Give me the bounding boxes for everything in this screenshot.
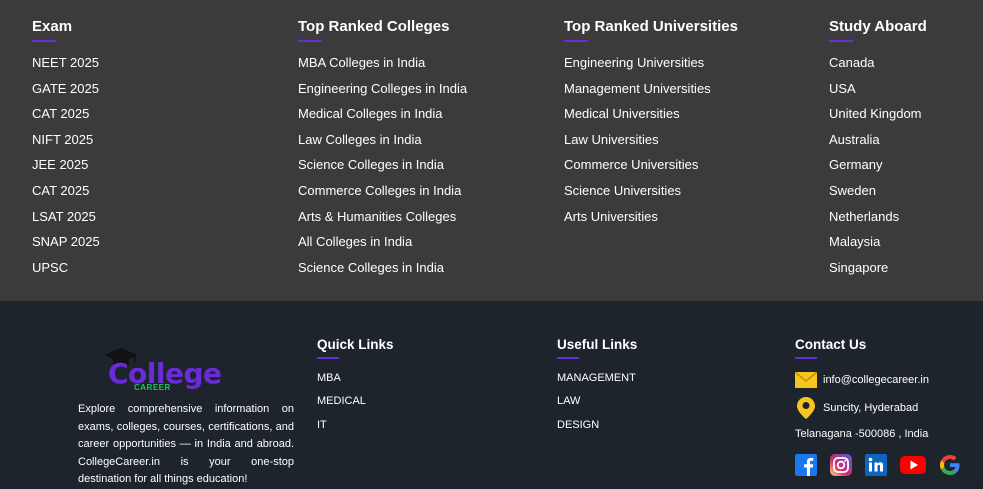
column-heading: Exam — [32, 18, 73, 35]
heading-underline — [317, 357, 339, 359]
link-item[interactable]: Singapore — [829, 260, 888, 275]
link-item[interactable]: CAT 2025 — [32, 183, 89, 198]
study-abroad-column: Study Aboard Canada USA United Kingdom A… — [829, 18, 927, 285]
heading-underline — [557, 357, 579, 359]
link-item[interactable]: MANAGEMENT — [557, 372, 636, 384]
instagram-icon[interactable] — [830, 454, 852, 476]
email-text: info@collegecareer.in — [823, 374, 929, 386]
link-item[interactable]: Sweden — [829, 183, 876, 198]
link-item[interactable]: CAT 2025 — [32, 106, 89, 121]
brand-description: Explore comprehensive information on exa… — [78, 403, 294, 485]
link-item[interactable]: IT — [317, 419, 327, 431]
heading-underline — [32, 40, 56, 42]
brand-logo[interactable]: College CAREER — [100, 345, 222, 395]
link-item[interactable]: GATE 2025 — [32, 81, 99, 96]
link-item[interactable]: SNAP 2025 — [32, 234, 100, 249]
top-colleges-column: Top Ranked Colleges MBA Colleges in Indi… — [298, 18, 467, 285]
address-line1: Suncity, Hyderabad — [823, 402, 919, 414]
google-icon[interactable] — [939, 454, 961, 476]
link-item[interactable]: MEDICAL — [317, 395, 366, 407]
link-item[interactable]: LSAT 2025 — [32, 209, 96, 224]
link-item[interactable]: Medical Colleges in India — [298, 106, 443, 121]
link-item[interactable]: All Colleges in India — [298, 234, 412, 249]
link-item[interactable]: Science Colleges in India — [298, 157, 444, 172]
link-item[interactable]: Canada — [829, 55, 875, 70]
column-heading: Useful Links — [557, 337, 638, 352]
linkedin-icon[interactable] — [865, 454, 887, 476]
column-heading: Quick Links — [317, 337, 394, 352]
link-item[interactable]: MBA — [317, 372, 341, 384]
exam-column: Exam NEET 2025 GATE 2025 CAT 2025 NIFT 2… — [32, 18, 100, 285]
contact-address: Suncity, Hyderabad — [795, 397, 918, 419]
link-item[interactable]: UPSC — [32, 260, 68, 275]
column-heading: Contact Us — [795, 337, 867, 352]
link-item[interactable]: MBA Colleges in India — [298, 55, 425, 70]
facebook-icon[interactable] — [795, 454, 817, 476]
link-item[interactable]: Arts & Humanities Colleges — [298, 209, 456, 224]
envelope-icon — [795, 372, 817, 388]
link-item[interactable]: Commerce Colleges in India — [298, 183, 461, 198]
link-item[interactable]: Engineering Universities — [564, 55, 704, 70]
link-item[interactable]: NEET 2025 — [32, 55, 99, 70]
link-item[interactable]: LAW — [557, 395, 580, 407]
contact-column: Contact Us — [795, 337, 866, 359]
link-item[interactable]: United Kingdom — [829, 106, 922, 121]
social-links — [795, 454, 961, 476]
link-item[interactable]: Australia — [829, 132, 880, 147]
link-item[interactable]: Netherlands — [829, 209, 899, 224]
useful-links-column: Useful Links MANAGEMENT LAW DESIGN — [557, 337, 637, 441]
top-universities-column: Top Ranked Universities Engineering Univ… — [564, 18, 738, 234]
heading-underline — [795, 357, 817, 359]
link-item[interactable]: Arts Universities — [564, 209, 658, 224]
link-item[interactable]: Engineering Colleges in India — [298, 81, 467, 96]
link-item[interactable]: Medical Universities — [564, 106, 680, 121]
footer-section: College CAREER Explore comprehensive inf… — [0, 301, 983, 485]
link-item[interactable]: Management Universities — [564, 81, 711, 96]
location-pin-icon — [797, 397, 815, 419]
link-item[interactable]: USA — [829, 81, 856, 96]
column-heading: Study Aboard — [829, 18, 927, 35]
link-item[interactable]: Science Universities — [564, 183, 681, 198]
heading-underline — [829, 40, 853, 42]
youtube-icon[interactable] — [900, 454, 926, 476]
link-item[interactable]: Law Universities — [564, 132, 659, 147]
quick-links-column: Quick Links MBA MEDICAL IT — [317, 337, 394, 441]
link-item[interactable]: Malaysia — [829, 234, 880, 249]
link-item[interactable]: Law Colleges in India — [298, 132, 422, 147]
contact-address-line2: Telanagana -500086 , India — [795, 428, 928, 440]
heading-underline — [298, 40, 322, 42]
logo-subtext: CAREER — [134, 383, 171, 392]
link-item[interactable]: JEE 2025 — [32, 157, 88, 172]
link-item[interactable]: Commerce Universities — [564, 157, 698, 172]
column-heading: Top Ranked Colleges — [298, 18, 450, 35]
top-links-section: Exam NEET 2025 GATE 2025 CAT 2025 NIFT 2… — [0, 0, 983, 301]
address-line2: Telanagana -500086 , India — [795, 428, 929, 440]
link-item[interactable]: Science Colleges in India — [298, 260, 444, 275]
heading-underline — [564, 40, 588, 42]
link-item[interactable]: Germany — [829, 157, 882, 172]
link-item[interactable]: DESIGN — [557, 419, 599, 431]
link-item[interactable]: NIFT 2025 — [32, 132, 93, 147]
column-heading: Top Ranked Universities — [564, 18, 738, 35]
contact-email[interactable]: info@collegecareer.in — [795, 372, 929, 388]
